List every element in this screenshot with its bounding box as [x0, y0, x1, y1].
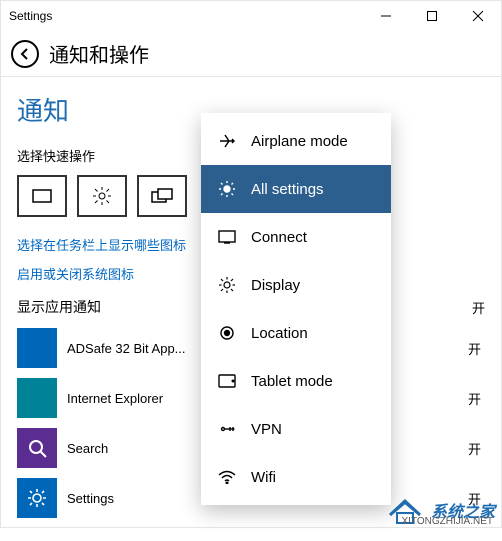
page-title: 通知和操作	[49, 39, 149, 68]
location-icon	[217, 324, 237, 342]
menu-item-label: Tablet mode	[251, 373, 333, 390]
app-icon	[17, 378, 57, 418]
quick-action-project[interactable]	[137, 175, 187, 217]
menu-item-vpn[interactable]: VPN	[201, 405, 391, 453]
titlebar: Settings	[1, 1, 501, 31]
back-button[interactable]	[11, 40, 39, 68]
menu-item-location[interactable]: Location	[201, 309, 391, 357]
app-icon	[17, 428, 57, 468]
menu-item-label: Display	[251, 277, 300, 294]
menu-item-connect[interactable]: Connect	[201, 213, 391, 261]
menu-item-label: Airplane mode	[251, 133, 348, 150]
app-toggle[interactable]: 开	[468, 339, 481, 358]
menu-item-airplane-mode[interactable]: Airplane mode	[201, 117, 391, 165]
app-name: ADSafe 32 Bit App...	[67, 341, 187, 356]
app-name: Settings	[67, 491, 187, 506]
quick-action-menu: Airplane mode All settings Connect Display L…	[201, 113, 391, 505]
display-icon	[217, 276, 237, 294]
vpn-icon	[217, 422, 237, 436]
menu-item-label: VPN	[251, 421, 282, 438]
menu-item-tablet-mode[interactable]: Tablet mode	[201, 357, 391, 405]
watermark: 系统之家 XITONGZHIJIA.NET	[385, 495, 495, 525]
app-toggle[interactable]: 开	[468, 389, 481, 408]
app-icon	[17, 478, 57, 518]
minimize-button[interactable]	[363, 1, 409, 31]
menu-item-label: Wifi	[251, 469, 276, 486]
close-button[interactable]	[455, 1, 501, 31]
settings-icon	[217, 180, 237, 198]
quick-action-display[interactable]	[77, 175, 127, 217]
app-name: Search	[67, 441, 187, 456]
menu-item-wifi[interactable]: Wifi	[201, 453, 391, 501]
quick-action-connect[interactable]	[17, 175, 67, 217]
tablet-icon	[217, 374, 237, 388]
app-icon	[17, 328, 57, 368]
menu-item-label: All settings	[251, 181, 324, 198]
apps-header-toggle[interactable]: 开	[472, 298, 485, 317]
app-toggle[interactable]: 开	[468, 439, 481, 458]
menu-item-display[interactable]: Display	[201, 261, 391, 309]
app-name: Internet Explorer	[67, 391, 187, 406]
menu-item-label: Location	[251, 325, 308, 342]
connect-icon	[217, 230, 237, 244]
window-title: Settings	[9, 9, 52, 23]
menu-item-all-settings[interactable]: All settings	[201, 165, 391, 213]
menu-item-label: Connect	[251, 229, 307, 246]
airplane-icon	[217, 132, 237, 150]
maximize-button[interactable]	[409, 1, 455, 31]
wifi-icon	[217, 470, 237, 484]
header: 通知和操作	[1, 31, 501, 77]
watermark-url: XITONGZHIJIA.NET	[402, 516, 494, 527]
